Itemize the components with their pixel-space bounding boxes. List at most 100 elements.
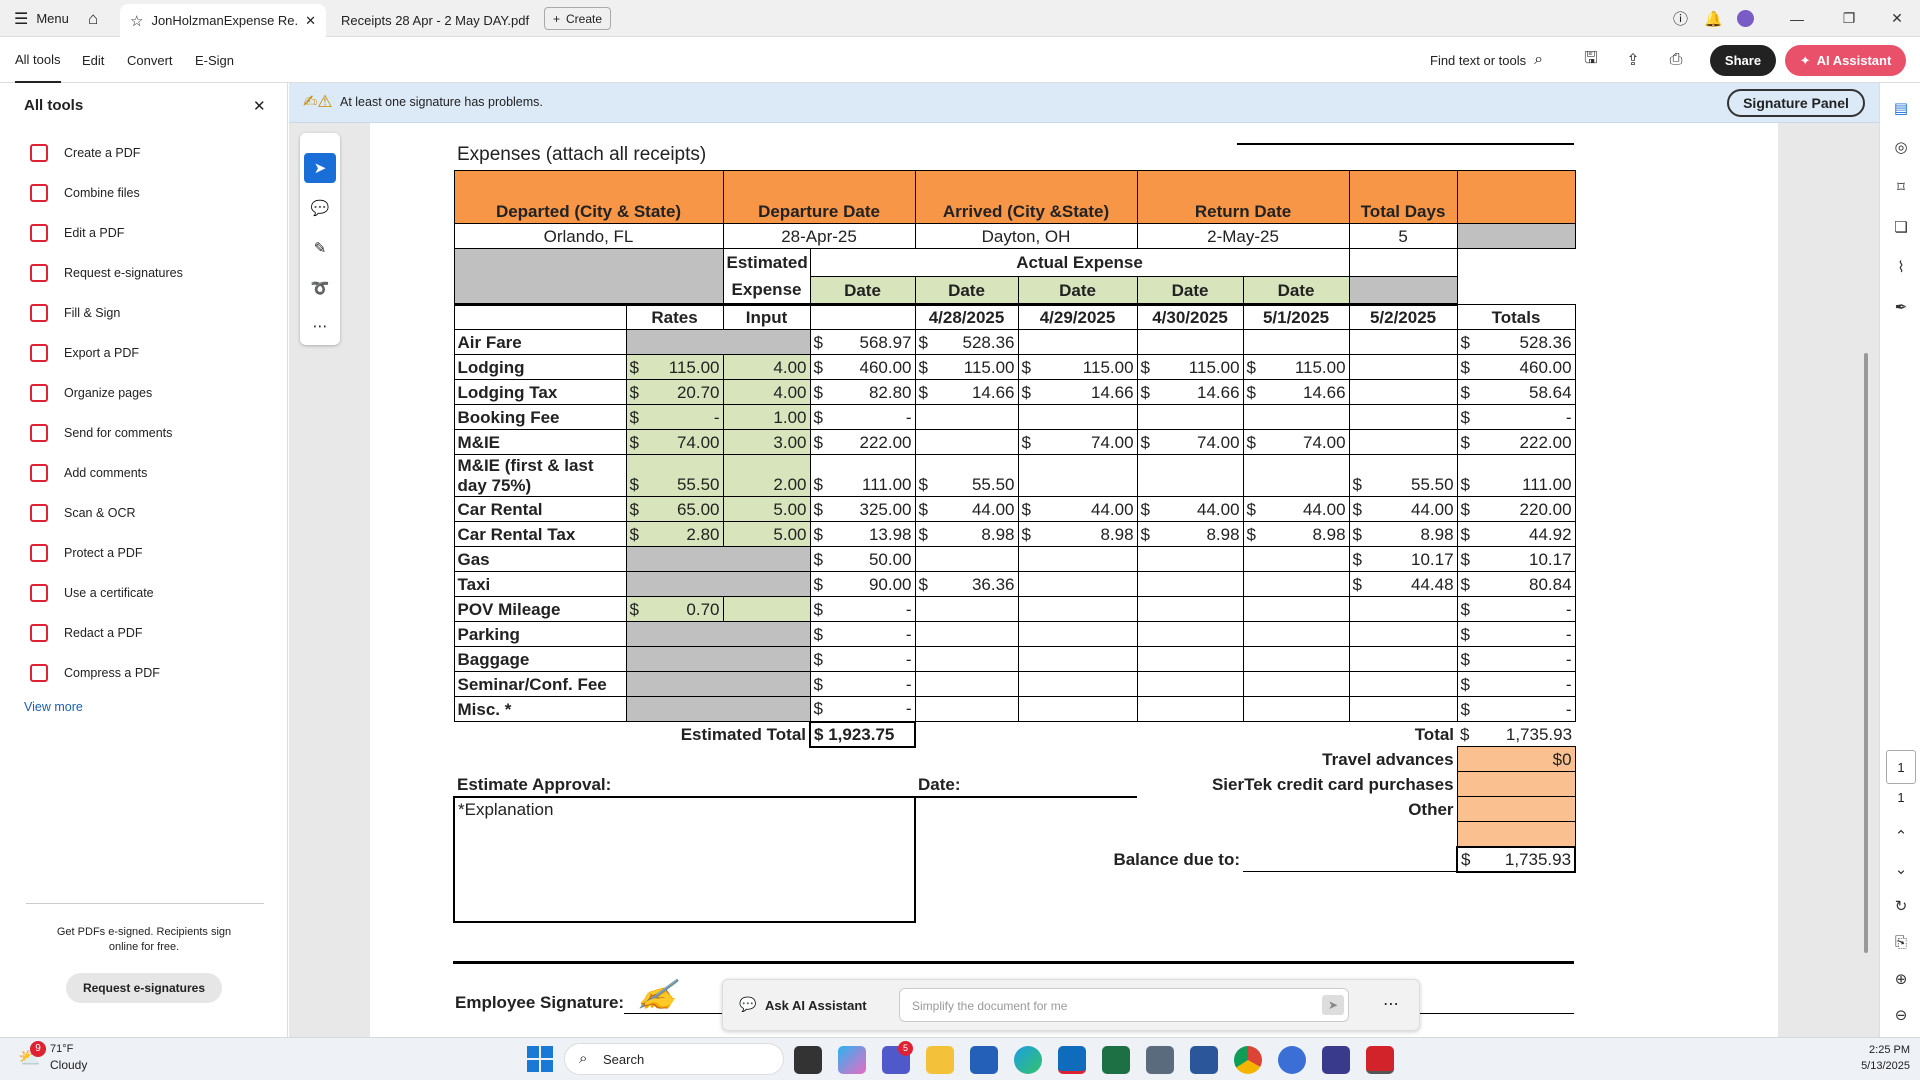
daily-expense-cell[interactable]: $14.66: [1136, 379, 1244, 405]
notifications-icon[interactable]: 🔔: [1704, 0, 1723, 37]
app-icon[interactable]: [1322, 1046, 1350, 1074]
total-days-value[interactable]: 5: [1348, 223, 1458, 249]
signature-panel-icon[interactable]: ▤: [1890, 97, 1912, 119]
daily-expense-cell[interactable]: [1348, 404, 1458, 430]
tool-item[interactable]: Combine files: [30, 178, 140, 208]
tool-item[interactable]: Redact a PDF: [30, 618, 143, 648]
daily-expense-cell[interactable]: [1017, 329, 1138, 355]
page-down-icon[interactable]: ⌄: [1890, 858, 1912, 880]
tool-item[interactable]: Protect a PDF: [30, 538, 143, 568]
scrollbar[interactable]: [1864, 353, 1868, 953]
input-cell[interactable]: 3.00: [722, 429, 811, 455]
input-cell[interactable]: [722, 596, 811, 622]
tool-item[interactable]: Compress a PDF: [30, 658, 160, 688]
input-cell[interactable]: 5.00: [722, 521, 811, 547]
acrobat-icon[interactable]: [1366, 1046, 1394, 1074]
bookmarks-icon[interactable]: ⌑: [1890, 176, 1912, 198]
peach-blank-cell[interactable]: [1456, 821, 1576, 847]
restore-icon[interactable]: ❐: [1826, 0, 1872, 37]
print-icon[interactable]: ⎙: [1661, 45, 1691, 75]
rate-cell[interactable]: $ -: [625, 404, 724, 430]
daily-expense-cell[interactable]: [1136, 696, 1244, 722]
tab-receipts[interactable]: Receipts 28 Apr - 2 May DAY.pdf: [331, 4, 531, 37]
comment-icon[interactable]: 💬: [304, 193, 336, 223]
home-icon[interactable]: ⌂: [88, 0, 98, 37]
ai-assistant-button[interactable]: ✦ AI Assistant: [1785, 45, 1906, 76]
daily-expense-cell[interactable]: [1348, 671, 1458, 697]
daily-expense-cell[interactable]: [1348, 429, 1458, 455]
daily-expense-cell[interactable]: [1348, 379, 1458, 405]
input-cell[interactable]: 1.00: [722, 404, 811, 430]
daily-expense-cell[interactable]: [1242, 596, 1350, 622]
rate-cell[interactable]: $20.70: [625, 379, 724, 405]
comments-icon[interactable]: ◎: [1890, 136, 1912, 158]
menu-esign[interactable]: E-Sign: [195, 37, 234, 83]
daily-expense-cell[interactable]: $8.98: [914, 521, 1019, 547]
daily-expense-cell[interactable]: $115.00: [1017, 354, 1138, 380]
edge-icon[interactable]: [1014, 1046, 1042, 1074]
daily-expense-cell[interactable]: $10.17: [1348, 546, 1458, 572]
daily-expense-cell[interactable]: $44.00: [914, 496, 1019, 522]
daily-expense-cell[interactable]: [1017, 596, 1138, 622]
other-value[interactable]: [1456, 796, 1576, 822]
daily-expense-cell[interactable]: $74.00: [1242, 429, 1350, 455]
daily-expense-cell[interactable]: [1136, 571, 1244, 597]
daily-expense-cell[interactable]: [1242, 454, 1350, 497]
taskbar-search[interactable]: ⌕ Search: [564, 1043, 784, 1075]
input-cell[interactable]: 5.00: [722, 496, 811, 522]
rate-cell[interactable]: $115.00: [625, 354, 724, 380]
daily-expense-cell[interactable]: $74.00: [1017, 429, 1138, 455]
select-cursor-icon[interactable]: ➤: [304, 153, 336, 183]
close-tab-icon[interactable]: ✕: [305, 13, 316, 29]
daily-expense-cell[interactable]: [1242, 671, 1350, 697]
daily-expense-cell[interactable]: [1242, 329, 1350, 355]
menu-button[interactable]: ☰ Menu: [14, 0, 69, 37]
daily-expense-cell[interactable]: [1017, 671, 1138, 697]
star-icon[interactable]: ☆: [130, 12, 143, 30]
menu-edit[interactable]: Edit: [82, 37, 104, 83]
daily-expense-cell[interactable]: $8.98: [1017, 521, 1138, 547]
input-cell[interactable]: 2.00: [722, 454, 811, 497]
calculator-icon[interactable]: [1146, 1046, 1174, 1074]
daily-expense-cell[interactable]: $14.66: [1242, 379, 1350, 405]
tool-item[interactable]: Use a certificate: [30, 578, 154, 608]
daily-expense-cell[interactable]: [1242, 546, 1350, 572]
copilot-icon[interactable]: [838, 1046, 866, 1074]
outlook-icon[interactable]: [1058, 1046, 1086, 1074]
chrome-icon[interactable]: [1234, 1046, 1262, 1074]
daily-expense-cell[interactable]: [914, 429, 1019, 455]
share-button[interactable]: Share: [1710, 45, 1776, 76]
daily-expense-cell[interactable]: $8.98: [1242, 521, 1350, 547]
file-explorer-icon[interactable]: [926, 1046, 954, 1074]
daily-expense-cell[interactable]: $74.00: [1136, 429, 1244, 455]
windows-start-icon[interactable]: [527, 1046, 553, 1072]
daily-expense-cell[interactable]: $55.50: [1348, 454, 1458, 497]
ask-ai-label[interactable]: Ask AI Assistant: [765, 998, 867, 1013]
daily-expense-cell[interactable]: $115.00: [914, 354, 1019, 380]
daily-expense-cell[interactable]: [1242, 621, 1350, 647]
daily-expense-cell[interactable]: [1242, 646, 1350, 672]
daily-expense-cell[interactable]: [914, 596, 1019, 622]
tool-item[interactable]: Send for comments: [30, 418, 172, 448]
daily-expense-cell[interactable]: [1348, 646, 1458, 672]
daily-expense-cell[interactable]: $528.36: [914, 329, 1019, 355]
clock-time[interactable]: 2:25 PM: [1820, 1044, 1910, 1056]
daily-expense-cell[interactable]: [1136, 646, 1244, 672]
tool-item[interactable]: Organize pages: [30, 378, 152, 408]
task-view-icon[interactable]: [794, 1046, 822, 1074]
fit-page-icon[interactable]: ⎘: [1890, 931, 1912, 953]
input-cell[interactable]: 4.00: [722, 354, 811, 380]
daily-expense-cell[interactable]: [914, 671, 1019, 697]
daily-expense-cell[interactable]: [1242, 696, 1350, 722]
daily-expense-cell[interactable]: [1242, 571, 1350, 597]
word-icon[interactable]: [1190, 1046, 1218, 1074]
daily-expense-cell[interactable]: [1136, 329, 1244, 355]
daily-expense-cell[interactable]: [914, 646, 1019, 672]
rate-cell[interactable]: $74.00: [625, 429, 724, 455]
rate-cell[interactable]: $0.70: [625, 596, 724, 622]
departure-date-value[interactable]: 28-Apr-25: [722, 223, 916, 249]
daily-expense-cell[interactable]: [1136, 621, 1244, 647]
daily-expense-cell[interactable]: [1348, 329, 1458, 355]
daily-expense-cell[interactable]: [1242, 404, 1350, 430]
tool-item[interactable]: Request e-signatures: [30, 258, 183, 288]
